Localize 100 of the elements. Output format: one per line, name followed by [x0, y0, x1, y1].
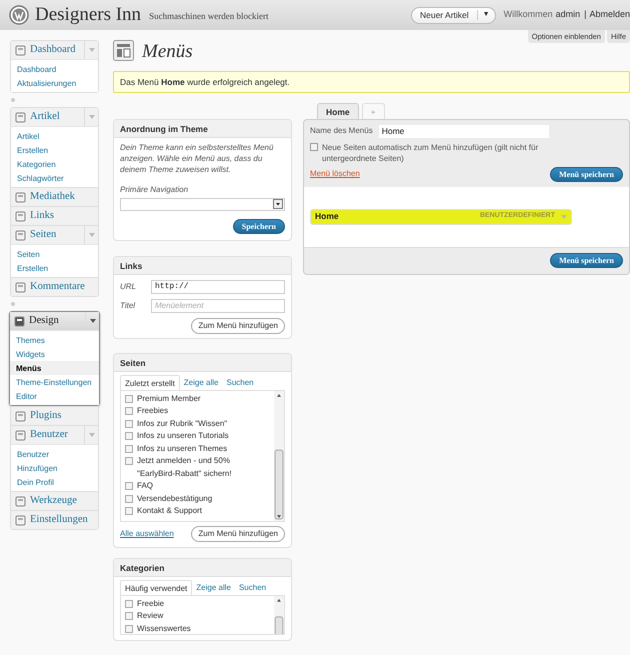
menu-header[interactable]: Artikel — [11, 108, 98, 126]
field-label: URL — [120, 280, 138, 292]
item-label: Infos zu unseren Tutorials — [137, 430, 229, 442]
checkbox[interactable] — [310, 142, 318, 150]
panel-title: Anordnung im Theme — [114, 120, 291, 138]
submenu-item[interactable]: Schlagwörter — [11, 171, 98, 185]
logout-link[interactable]: Abmelden — [589, 8, 630, 22]
site-title[interactable]: Designers Inn — [35, 0, 142, 30]
menu-header[interactable]: Design — [10, 312, 99, 330]
submenu-item[interactable]: Dein Profil — [11, 475, 98, 489]
success-notice: Das Menü Home wurde erfolgreich angelegt. — [113, 70, 630, 92]
menu-header[interactable]: Mediathek — [11, 188, 98, 206]
submenu-item[interactable]: Benutzer — [11, 447, 98, 461]
checkbox[interactable] — [125, 612, 133, 620]
tab[interactable]: Suchen — [222, 374, 258, 390]
item-label: Infos zur Rubrik "Wissen" — [137, 418, 228, 430]
user-link[interactable]: admin — [556, 8, 580, 22]
submenu-item[interactable]: Aktualisierungen — [11, 76, 98, 90]
field-label: Name des Menüs — [310, 125, 373, 137]
submenu-item[interactable]: Erstellen — [11, 261, 98, 275]
item-label: Jetzt anmelden - und 50% "EarlyBird-Rabatt" sichern! — [137, 455, 233, 480]
field-label: Titel — [120, 300, 136, 312]
item-label: Review — [137, 610, 164, 622]
menu-header[interactable]: Kommentare — [11, 278, 98, 296]
menu-header[interactable]: Benutzer — [11, 426, 98, 444]
item-label: Kontakt & Support — [137, 505, 202, 517]
tab[interactable]: Häufig verwendet — [120, 580, 192, 594]
menu-icon — [15, 112, 26, 122]
page-title: Menüs — [142, 40, 193, 64]
checkbox[interactable] — [125, 420, 133, 428]
checkbox[interactable] — [125, 432, 133, 440]
delete-menu-link[interactable]: Menü löschen — [310, 168, 360, 180]
menu-tab[interactable]: Home — [317, 102, 359, 118]
menu-icon — [15, 44, 26, 56]
submenu-item[interactable]: Theme-Einstellungen — [10, 375, 99, 389]
menu-header[interactable]: Dashboard — [11, 41, 98, 59]
submenu-item[interactable]: Erstellen — [11, 143, 98, 157]
greeting-text: Willkommen — [504, 8, 553, 22]
save-menu-button[interactable]: Menü speichern — [550, 253, 623, 268]
menu-icon — [15, 230, 26, 240]
toggle-arrow-icon — [88, 318, 96, 324]
item-label: Versendebestätigung — [137, 492, 212, 505]
checkbox[interactable] — [125, 507, 133, 515]
description-text: Dein Theme kann ein selbsterstelltes Menü anzeigen. Wähle ein Menü aus, dass du deinem Theme zuweisen willst. — [120, 142, 274, 174]
toggle-arrow-icon — [88, 232, 96, 238]
menu-icon — [15, 430, 26, 440]
field-label: Primäre Navigation — [120, 184, 190, 196]
tab[interactable]: Zuletzt erstellt — [120, 374, 180, 390]
menu-header[interactable]: Einstellungen — [11, 511, 98, 529]
checkbox[interactable] — [125, 494, 133, 502]
submenu-item[interactable]: Editor — [10, 389, 99, 403]
submenu-item[interactable]: Widgets — [10, 347, 99, 361]
title-field[interactable]: Menüelement — [151, 298, 285, 312]
add-to-menu-button[interactable]: Zum Menü hinzufügen — [191, 526, 285, 542]
tab[interactable]: Suchen — [234, 580, 270, 594]
menu-header[interactable]: Links — [11, 207, 98, 225]
checkbox[interactable] — [125, 407, 133, 415]
logo-icon — [9, 5, 29, 25]
checkbox[interactable] — [125, 482, 133, 490]
submenu-item[interactable]: Dashboard — [11, 62, 98, 76]
save-button[interactable]: Speichern — [232, 218, 285, 234]
select-all-link[interactable]: Alle auswählen — [120, 528, 174, 540]
menu-icon — [15, 496, 26, 506]
menu-icon — [15, 282, 26, 292]
tab[interactable]: Zeige alle — [180, 374, 222, 390]
caret-icon — [561, 214, 567, 218]
submenu-item[interactable]: Seiten — [11, 247, 98, 261]
item-label: Wissenswertes — [137, 622, 191, 634]
checkbox[interactable] — [125, 624, 133, 632]
panel-title: Kategorien — [114, 558, 291, 576]
menu-icon — [14, 316, 25, 326]
panel-title: Seiten — [114, 354, 291, 372]
menu-icon — [15, 410, 26, 422]
separator-text: | — [584, 8, 586, 22]
menu-icon — [15, 192, 26, 202]
checkbox[interactable] — [125, 444, 133, 452]
checkbox[interactable] — [125, 600, 133, 608]
item-label: FAQ — [137, 480, 154, 492]
item-label: Infos zu unseren Themes — [137, 442, 228, 454]
url-field[interactable]: http:// — [151, 280, 285, 294]
checkbox-label: Neue Seiten automatisch zum Menü hinzufügen (gilt nicht für untergeordnete Seiten) — [322, 142, 540, 164]
checkbox[interactable] — [125, 394, 133, 402]
menu-header[interactable]: Plugins — [11, 407, 98, 425]
toggle-arrow-icon — [88, 47, 96, 53]
submenu-item[interactable]: Artikel — [11, 129, 98, 143]
item-label: Freebies — [137, 405, 168, 417]
menu-header[interactable]: Seiten — [11, 226, 98, 244]
submenu-item[interactable]: Kategorien — [11, 157, 98, 171]
submenu-item[interactable]: Menüs — [10, 361, 99, 375]
add-to-menu-button[interactable]: Zum Menü hinzufügen — [191, 318, 285, 334]
submenu-item[interactable]: Hinzufügen — [11, 461, 98, 475]
checkbox[interactable] — [125, 457, 133, 465]
item-label: Freebie — [137, 598, 164, 610]
navigation-select[interactable] — [120, 198, 285, 210]
menu-name-field[interactable]: Home — [378, 124, 549, 138]
menu-header[interactable]: Werkzeuge — [11, 492, 98, 510]
tab[interactable]: Zeige alle — [192, 580, 235, 594]
site-note: Suchmaschinen werden blockiert — [149, 10, 269, 23]
submenu-item[interactable]: Themes — [10, 333, 99, 347]
save-menu-button[interactable]: Menü speichern — [550, 166, 623, 182]
